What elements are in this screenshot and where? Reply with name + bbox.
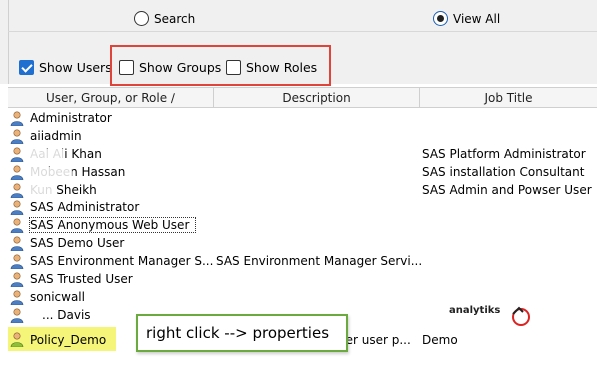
row-job-title: Demo — [422, 332, 458, 347]
row-name: SAS Anonymous Web User — [28, 217, 197, 234]
user-icon — [10, 218, 24, 234]
analytiks-logo: analytiks — [449, 304, 539, 334]
show-users-label: Show Users — [39, 60, 112, 75]
row-job-title: SAS Platform Administrator — [422, 146, 586, 161]
table-row[interactable]: Administrator — [8, 110, 597, 128]
row-name: SAS Demo User — [30, 236, 125, 251]
table-row[interactable]: Aal Ali Khan SAS Platform Administrator — [8, 146, 597, 164]
user-icon — [10, 332, 24, 347]
search-mode-group: Search View All — [8, 6, 597, 32]
user-icon — [10, 129, 24, 144]
row-name: SAS Trusted User — [30, 272, 133, 287]
instruction-callout: right click --> properties — [136, 314, 348, 352]
checkbox-checked-icon — [19, 60, 34, 75]
column-header-name[interactable]: User, Group, or Role ∕ — [8, 88, 214, 107]
user-icon — [10, 183, 24, 198]
table-row[interactable]: Mobeen Hassan SAS installation Consultan… — [8, 164, 597, 182]
redaction-overlay — [26, 184, 56, 196]
show-users-checkbox[interactable]: Show Users — [19, 60, 112, 75]
table-row[interactable]: SAS Demo User — [8, 235, 597, 253]
row-name: aiiadmin — [30, 128, 82, 143]
user-icon — [10, 254, 24, 270]
logo-mark-icon — [512, 306, 530, 326]
table-header: User, Group, or Role ∕ Description Job T… — [8, 87, 597, 108]
search-radio-label: Search — [154, 11, 196, 26]
row-name: Policy_Demo — [30, 332, 107, 347]
highlight-annotation-box — [110, 45, 331, 86]
callout-text: right click --> properties — [146, 324, 330, 342]
user-icon — [10, 111, 24, 126]
column-header-description[interactable]: Description — [214, 88, 420, 107]
row-job-title: SAS Admin and Powser User — [422, 182, 592, 197]
row-name: Administrator — [30, 111, 112, 125]
user-icon — [10, 147, 24, 162]
table-row[interactable]: SAS Environment Manager S... SAS Environ… — [8, 253, 597, 271]
row-name: SAS Administrator — [30, 200, 140, 215]
user-icon — [10, 272, 24, 288]
table-row[interactable]: aiiadmin — [8, 128, 597, 146]
radio-unchecked-icon — [134, 11, 149, 26]
redaction-overlay — [26, 166, 72, 178]
table-row[interactable]: Kun Sheikh SAS Admin and Powser User — [8, 182, 597, 200]
row-name: SAS Environment Manager S... — [30, 254, 214, 269]
user-icon — [10, 200, 24, 216]
user-icon — [10, 236, 24, 252]
filter-toolbar: Search View All Show Users Show Groups S… — [0, 0, 597, 86]
logo-text: analytiks — [449, 305, 501, 316]
table-row[interactable]: SAS Administrator — [8, 199, 597, 217]
row-name: sonicwall — [30, 289, 85, 304]
view-all-radio-label: View All — [453, 11, 501, 26]
column-header-job-title[interactable]: Job Title — [420, 88, 597, 107]
search-radio[interactable]: Search — [134, 11, 195, 26]
user-icon — [10, 290, 24, 305]
view-all-radio[interactable]: View All — [433, 11, 500, 26]
table-row[interactable]: SAS Anonymous Web User — [8, 217, 597, 235]
user-icon — [10, 165, 24, 180]
row-name: ... Davis — [42, 307, 91, 322]
redaction-overlay — [26, 148, 64, 160]
row-description: SAS Environment Manager Servi... — [216, 254, 423, 269]
radio-checked-icon — [433, 11, 448, 26]
user-icon — [10, 308, 24, 323]
row-description: per user p... — [338, 332, 411, 347]
table-row[interactable]: SAS Trusted User — [8, 271, 597, 289]
row-job-title: SAS installation Consultant — [422, 164, 585, 179]
